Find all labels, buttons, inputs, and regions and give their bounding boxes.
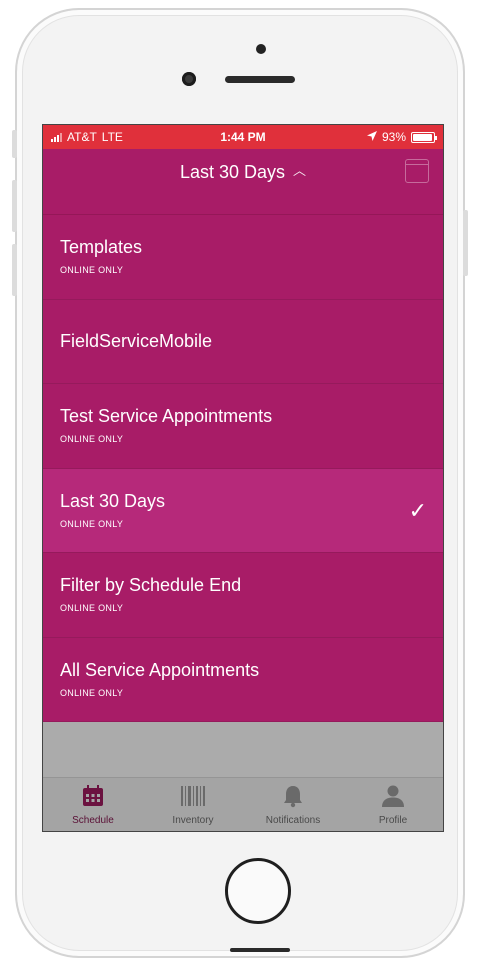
power-button — [463, 210, 468, 276]
list-item[interactable]: Last 30 Days ONLINE ONLY ✓ — [43, 468, 443, 553]
checkmark-icon: ✓ — [408, 497, 427, 523]
bell-icon — [243, 784, 343, 810]
screen: AT&T LTE 1:44 PM 93% Last 30 Days ︿ Temp… — [42, 124, 444, 832]
list-item[interactable]: FieldServiceMobile — [43, 299, 443, 384]
list-item-label: Last 30 Days — [60, 490, 166, 511]
tab-schedule[interactable]: Schedule — [43, 784, 143, 826]
list-item-label: All Service Appointments — [60, 659, 260, 680]
list-item-label: Filter by Schedule End — [60, 575, 242, 595]
volume-up-button — [12, 180, 17, 232]
tab-profile[interactable]: Profile — [343, 784, 443, 826]
location-icon — [366, 130, 377, 144]
list-item[interactable]: Templates ONLINE ONLY — [43, 215, 443, 300]
battery-percent: 93% — [381, 130, 406, 144]
tab-profile-label: Profile — [378, 815, 408, 826]
list-item-subtitle: ONLINE ONLY — [60, 518, 124, 529]
tab-inventory[interactable]: Inventory — [143, 784, 243, 826]
list-item[interactable]: Filter by Schedule End ONLINE ONLY — [43, 553, 443, 638]
list-item-label: FieldServiceMobile — [60, 330, 213, 351]
status-right: 93% — [366, 130, 437, 144]
volume-down-button — [12, 244, 17, 296]
chevron-up-icon: ︿ — [293, 163, 307, 178]
person-icon — [343, 784, 443, 810]
list-item-label: Templates — [60, 237, 143, 257]
list-item-subtitle: ONLINE ONLY — [60, 603, 124, 613]
list-view-header: Last 30 Days ︿ — [43, 149, 443, 215]
list-item-label: Test Service Appointments — [60, 406, 273, 426]
list-item[interactable]: All Service Appointments ONLINE ONLY — [43, 637, 443, 722]
home-button[interactable] — [225, 858, 291, 924]
status-bar: AT&T LTE 1:44 PM 93% — [43, 125, 443, 149]
list-item-subtitle: ONLINE ONLY — [60, 434, 124, 444]
mute-switch — [12, 130, 17, 158]
front-camera — [182, 72, 196, 86]
calendar-icon[interactable] — [405, 159, 429, 183]
calendar-icon — [43, 784, 143, 810]
header-title: Last 30 Days — [179, 162, 286, 182]
list-item-subtitle: ONLINE ONLY — [60, 265, 124, 275]
tab-inventory-label: Inventory — [172, 815, 214, 826]
tab-schedule-label: Schedule — [72, 815, 114, 826]
list-item[interactable]: Test Service Appointments ONLINE ONLY — [43, 384, 443, 469]
list-item-subtitle: ONLINE ONLY — [60, 687, 124, 698]
battery-fill — [413, 133, 432, 141]
tab-bar: Schedule Inventory Notifications Profile — [43, 777, 443, 831]
tab-notifications-label: Notifications — [265, 815, 321, 826]
barcode-icon — [143, 784, 243, 810]
proximity-sensor — [256, 44, 266, 54]
earpiece-speaker — [225, 76, 295, 83]
list-view-selector[interactable]: Last 30 Days ︿ — [43, 162, 443, 183]
list-view-menu: Templates ONLINE ONLY FieldServiceMobile Te… — [43, 215, 443, 722]
battery-icon — [411, 131, 437, 143]
tab-notifications[interactable]: Notifications — [243, 784, 343, 826]
bottom-edge — [230, 948, 290, 952]
